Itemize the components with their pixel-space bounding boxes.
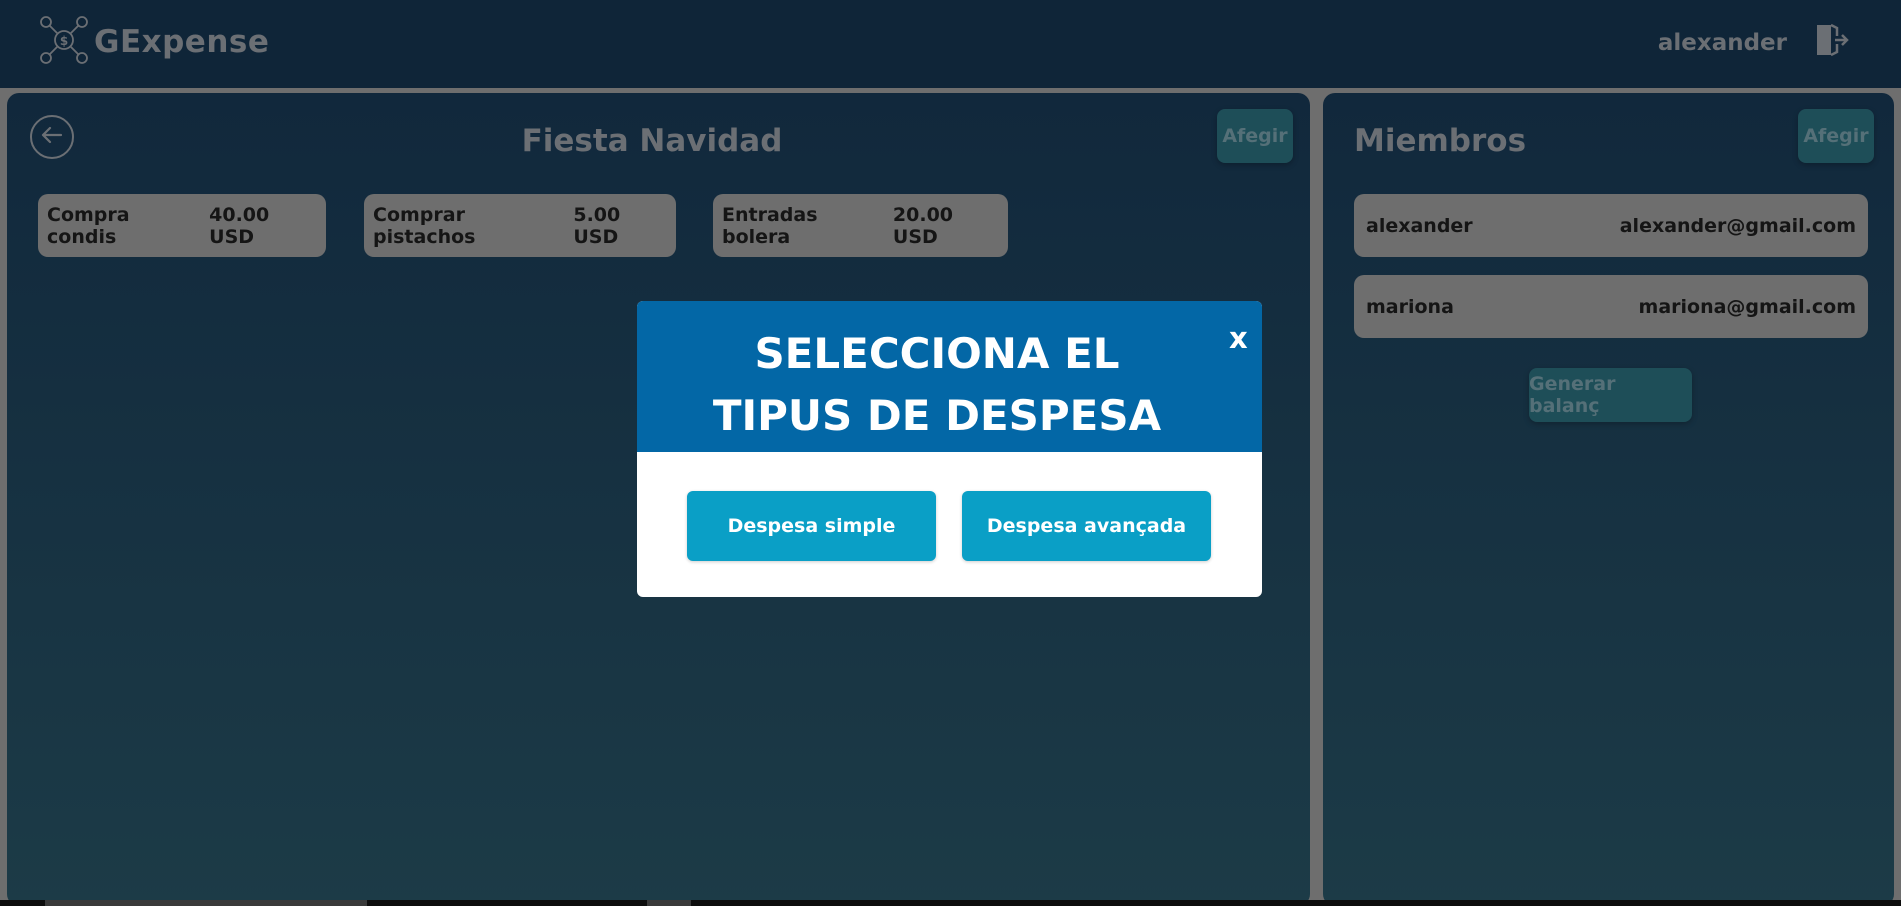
network-dollar-icon: $ [38,14,90,70]
expense-card[interactable]: Compra condis 40.00 USD [38,194,326,257]
svg-text:$: $ [60,34,68,48]
app-logo[interactable]: $ GExpense [38,14,269,70]
close-button[interactable]: x [1229,321,1248,355]
add-member-button[interactable]: Afegir [1798,109,1874,163]
member-name: mariona [1366,295,1454,318]
bottom-tab [45,900,367,906]
members-panel: Miembros Afegir alexander alexander@gmai… [1323,93,1894,906]
group-title: Fiesta Navidad [521,123,783,159]
simple-expense-button[interactable]: Despesa simple [687,491,936,561]
top-header: $ GExpense alexander [0,0,1901,88]
expense-card[interactable]: Comprar pistachos 5.00 USD [364,194,676,257]
expense-amount: 40.00 USD [209,203,270,248]
modal-header: SELECCIONA EL TIPUS DE DESPESA x [637,301,1262,452]
expense-amount: 20.00 USD [892,203,954,248]
expense-card[interactable]: Entradas bolera 20.00 USD [713,194,1008,257]
generate-balance-button[interactable]: Generar balanç [1529,368,1692,422]
member-email: alexander@gmail.com [1619,214,1856,237]
advanced-expense-button[interactable]: Despesa avançada [962,491,1211,561]
modal-title: SELECCIONA EL TIPUS DE DESPESA [712,329,1162,440]
expense-list: Compra condis 40.00 USD Comprar pistacho… [38,194,1008,257]
current-username: alexander [1657,30,1787,56]
member-card[interactable]: mariona mariona@gmail.com [1354,275,1868,338]
logout-door-icon[interactable] [1813,22,1849,58]
bottom-tab [647,900,691,906]
member-name: alexander [1366,214,1473,237]
expense-name: Compra condis [47,203,130,248]
expense-type-modal: SELECCIONA EL TIPUS DE DESPESA x Despesa… [637,301,1262,597]
app-root: $ GExpense alexander Fiesta Navidad Afeg… [0,0,1901,906]
expense-amount: 5.00 USD [573,203,621,248]
members-title: Miembros [1354,123,1527,159]
expense-name: Comprar pistachos [373,203,476,248]
add-expense-button[interactable]: Afegir [1217,109,1293,163]
expense-name: Entradas bolera [722,203,818,248]
member-email: mariona@gmail.com [1638,295,1856,318]
app-name: GExpense [94,24,270,60]
member-card[interactable]: alexander alexander@gmail.com [1354,194,1868,257]
